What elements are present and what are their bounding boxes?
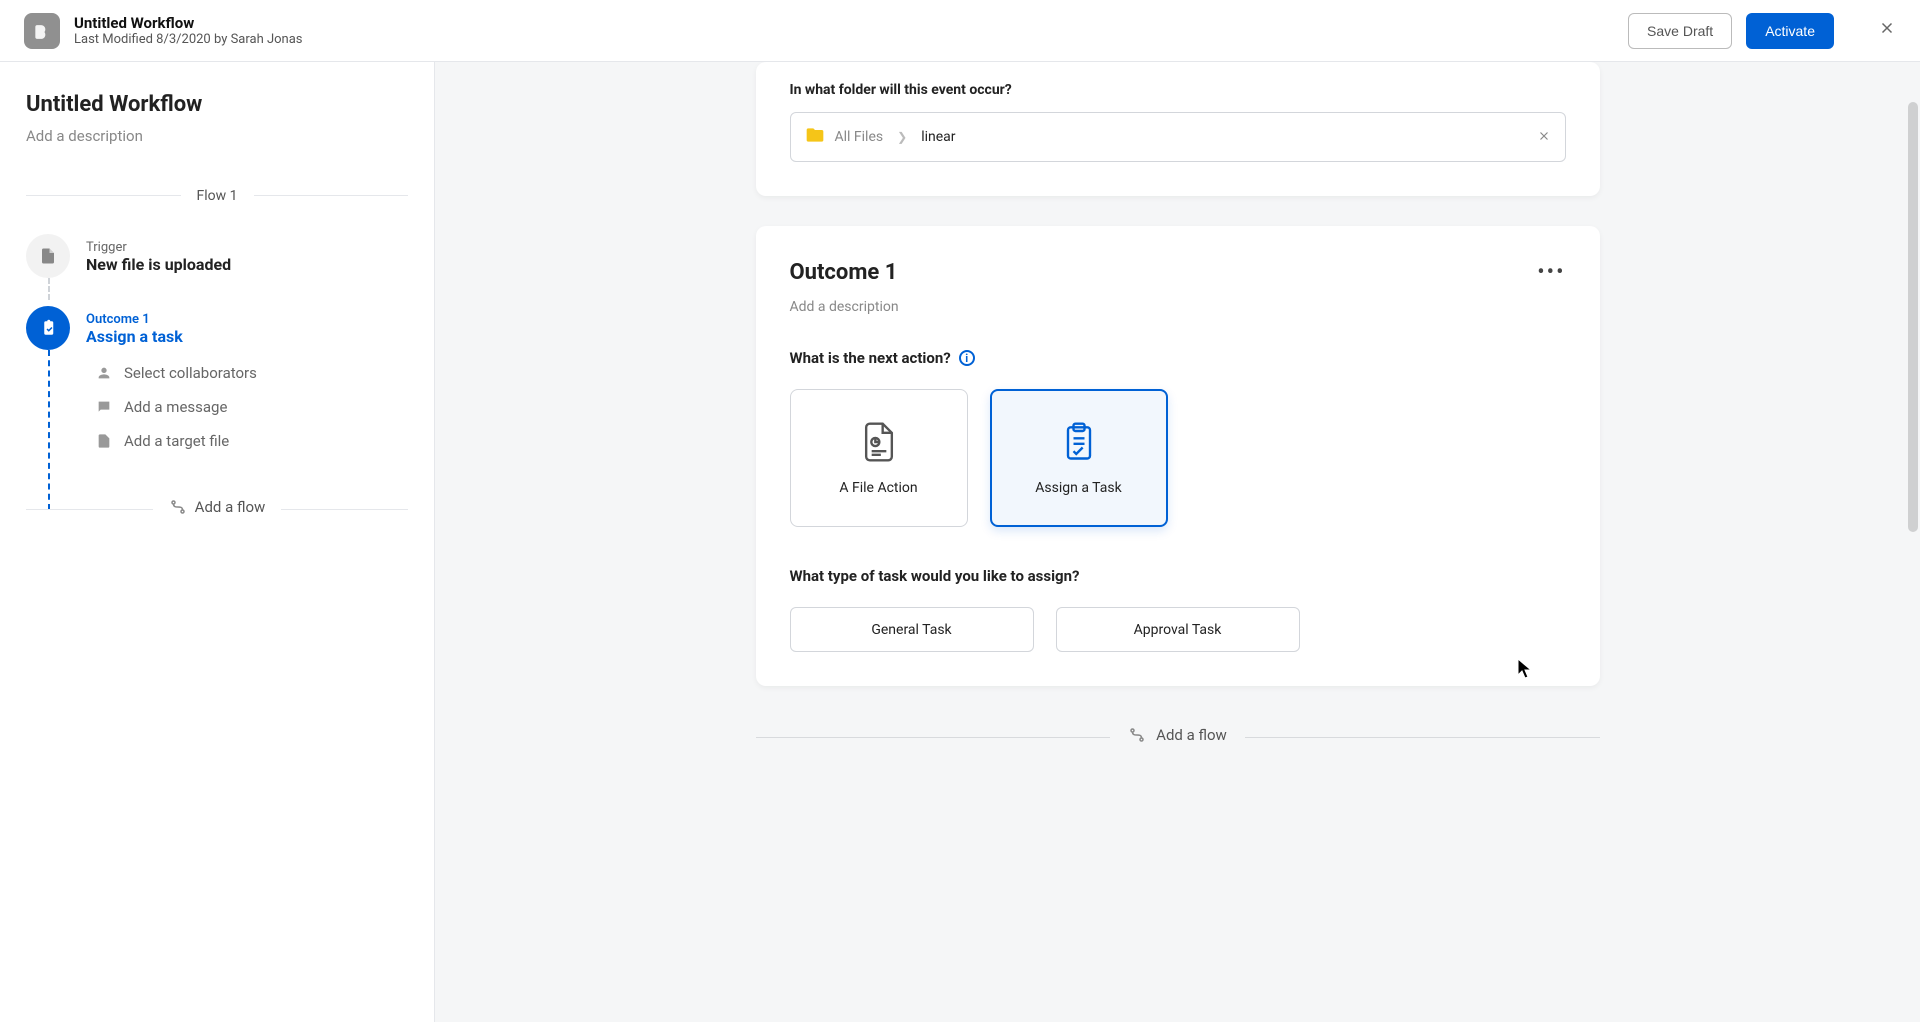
flow-icon [1128, 726, 1146, 744]
save-draft-button[interactable]: Save Draft [1628, 13, 1732, 49]
option-label: A File Action [839, 480, 917, 496]
file-chart-icon [857, 420, 901, 464]
clipboard-check-icon [26, 306, 70, 350]
add-flow-label: Add a flow [1156, 726, 1227, 744]
sub-item-collaborators[interactable]: Select collaborators [96, 356, 408, 390]
flow-label: Flow 1 [181, 188, 254, 204]
trigger-eyebrow: Trigger [86, 240, 231, 255]
folder-icon [805, 125, 825, 149]
task-general[interactable]: General Task [790, 607, 1034, 652]
app-logo-icon [24, 13, 60, 49]
sub-item-message[interactable]: Add a message [96, 390, 408, 424]
outcome-card: Outcome 1 ••• Add a description What is … [756, 226, 1600, 686]
sidebar-add-flow[interactable]: Add a flow [26, 498, 408, 520]
more-menu-icon[interactable]: ••• [1537, 260, 1565, 285]
outcome-title: Assign a task [86, 327, 183, 346]
sidebar-title[interactable]: Untitled Workflow [26, 92, 408, 117]
top-header: Untitled Workflow Last Modified 8/3/2020… [0, 0, 1920, 62]
next-action-question: What is the next action? [790, 349, 951, 367]
outcome-sub-list: Select collaborators Add a message Add a… [96, 356, 408, 458]
file-icon [26, 234, 70, 278]
folder-card: In what folder will this event occur? Al… [756, 62, 1600, 196]
sidebar-trigger-item[interactable]: Trigger New file is uploaded [26, 234, 408, 278]
sidebar-desc-placeholder[interactable]: Add a description [26, 127, 408, 145]
chevron-right-icon: ❯ [897, 130, 907, 144]
trigger-title: New file is uploaded [86, 255, 231, 274]
folder-question: In what folder will this event occur? [790, 82, 1566, 98]
bottom-add-flow[interactable]: Add a flow [756, 726, 1600, 748]
clear-folder-icon[interactable] [1537, 127, 1551, 148]
file-small-icon [96, 433, 112, 449]
breadcrumb-root[interactable]: All Files [835, 129, 884, 145]
close-icon[interactable] [1878, 19, 1896, 42]
sub-item-target-file[interactable]: Add a target file [96, 424, 408, 458]
last-modified-text: Last Modified 8/3/2020 by Sarah Jonas [74, 32, 303, 48]
main-content: In what folder will this event occur? Al… [435, 62, 1920, 1022]
sub-item-label: Select collaborators [124, 364, 257, 382]
clipboard-task-icon [1057, 420, 1101, 464]
message-icon [96, 399, 112, 415]
connector-line [48, 278, 50, 300]
outcome-eyebrow: Outcome 1 [86, 312, 183, 327]
outcome-desc-placeholder[interactable]: Add a description [790, 299, 1566, 315]
sidebar: Untitled Workflow Add a description Flow… [0, 62, 435, 1022]
action-options: A File Action Assign a Task [790, 389, 1566, 527]
sub-item-label: Add a message [124, 398, 227, 416]
scrollbar[interactable] [1908, 102, 1918, 532]
sub-item-label: Add a target file [124, 432, 229, 450]
outcome-title[interactable]: Outcome 1 [790, 260, 898, 285]
add-flow-label: Add a flow [195, 498, 266, 516]
connector-line-active [48, 350, 50, 510]
folder-selector[interactable]: All Files ❯ linear [790, 112, 1566, 162]
workflow-title: Untitled Workflow [74, 14, 303, 32]
flow-icon [169, 498, 187, 516]
task-type-question: What type of task would you like to assi… [790, 567, 1080, 585]
flow-divider: Flow 1 [26, 185, 408, 204]
title-block: Untitled Workflow Last Modified 8/3/2020… [74, 14, 303, 48]
activate-button[interactable]: Activate [1746, 13, 1834, 49]
task-type-options: General Task Approval Task [790, 607, 1566, 652]
task-approval[interactable]: Approval Task [1056, 607, 1300, 652]
option-file-action[interactable]: A File Action [790, 389, 968, 527]
breadcrumb-leaf[interactable]: linear [921, 129, 955, 145]
sidebar-outcome-item[interactable]: Outcome 1 Assign a task [26, 306, 408, 350]
info-icon[interactable]: i [959, 350, 975, 366]
option-label: Assign a Task [1035, 480, 1121, 496]
person-icon [96, 365, 112, 381]
option-assign-task[interactable]: Assign a Task [990, 389, 1168, 527]
